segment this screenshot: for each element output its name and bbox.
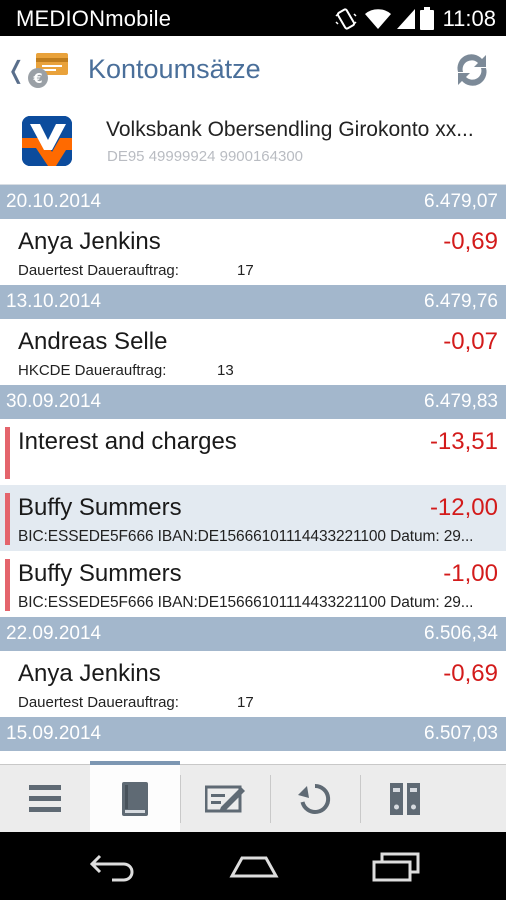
refresh-icon — [298, 783, 331, 814]
app-screen: ❬ € Kontoumsätze Volksbank Obersendling … — [0, 36, 506, 832]
transaction-detail-text: HKCDE Dauerauftrag: — [18, 362, 167, 379]
transaction-row-partial[interactable] — [0, 751, 506, 761]
binders-icon — [390, 783, 420, 815]
transaction-row[interactable]: Anya Jenkins -0,69 Dauertest Dauerauftra… — [0, 651, 506, 717]
bottom-tab-bar — [0, 761, 506, 832]
vibrate-icon — [334, 7, 358, 36]
svg-text:€: € — [32, 72, 42, 87]
transaction-detail-number: 13 — [217, 362, 234, 379]
account-name: Volksbank Obersendling Girokonto xx... — [106, 118, 474, 141]
balance-label: 6.506,34 — [424, 623, 498, 644]
transaction-detail-text: Dauertest Dauerauftrag: — [18, 694, 179, 711]
transaction-row-selected[interactable]: Buffy Summers -12,00 BIC:ESSEDE5F666 IBA… — [0, 485, 506, 551]
transaction-amount: -1,00 — [443, 560, 498, 587]
action-bar: ❬ € Kontoumsätze — [0, 36, 506, 106]
carrier-name: MEDIONmobile — [16, 6, 172, 31]
signal-icon — [396, 7, 416, 36]
date-header: 20.10.2014 6.479,07 — [0, 185, 506, 219]
balance-label: 6.479,07 — [424, 191, 498, 212]
recent-apps-icon[interactable] — [372, 850, 420, 887]
battery-icon — [420, 7, 434, 36]
transaction-party: Andreas Selle — [18, 328, 168, 355]
account-book-icon — [122, 782, 148, 816]
home-icon[interactable] — [228, 850, 280, 887]
transaction-amount: -12,00 — [429, 494, 498, 521]
date-header: 15.09.2014 6.507,03 — [0, 717, 506, 751]
transaction-party: Buffy Summers — [18, 560, 182, 587]
transaction-detail: BIC:ESSEDE5F666 IBAN:DE15666101114433221… — [18, 594, 474, 611]
tab-refresh[interactable] — [270, 765, 360, 832]
transaction-amount: -0,69 — [443, 660, 498, 687]
unread-marker — [5, 493, 10, 545]
unread-marker — [5, 559, 10, 611]
transaction-amount: -0,07 — [443, 328, 498, 355]
transaction-list[interactable]: 20.10.2014 6.479,07 Anya Jenkins -0,69 D… — [0, 184, 506, 764]
transaction-amount: -13,51 — [429, 428, 498, 455]
date-label: 22.09.2014 — [6, 623, 102, 644]
transaction-party: Buffy Summers — [18, 494, 182, 521]
transaction-detail: BIC:ESSEDE5F666 IBAN:DE15666101114433221… — [18, 528, 474, 545]
tab-account-book[interactable] — [90, 761, 180, 832]
transaction-detail-number: 17 — [237, 262, 254, 279]
transaction-detail-text: Dauertest Dauerauftrag: — [18, 262, 179, 279]
transaction-amount: -0,69 — [443, 228, 498, 255]
transaction-detail-number: 17 — [237, 694, 254, 711]
transaction-detail: Dauertest Dauerauftrag: 17 — [18, 262, 254, 279]
date-header: 22.09.2014 6.506,34 — [0, 617, 506, 651]
transaction-detail: Dauertest Dauerauftrag: 17 — [18, 694, 254, 711]
tab-menu[interactable] — [0, 765, 90, 832]
balance-label: 6.479,76 — [424, 291, 498, 312]
transfer-form-icon — [205, 785, 245, 813]
date-header: 13.10.2014 6.479,76 — [0, 285, 506, 319]
tab-transfer[interactable] — [180, 765, 270, 832]
transaction-row[interactable]: Anya Jenkins -0,69 Dauertest Dauerauftra… — [0, 219, 506, 285]
card-euro-icon[interactable]: € — [24, 50, 72, 90]
account-header[interactable]: Volksbank Obersendling Girokonto xx... D… — [0, 106, 506, 184]
transaction-party: Anya Jenkins — [18, 228, 161, 255]
account-iban: DE95 49999924 9900164300 — [107, 148, 304, 165]
menu-icon — [29, 785, 61, 812]
balance-label: 6.479,83 — [424, 391, 498, 412]
transaction-detail: HKCDE Dauerauftrag: 13 — [18, 362, 234, 379]
volksbank-logo — [22, 116, 72, 166]
status-bar: MEDIONmobile 11:08 — [0, 0, 506, 36]
date-label: 13.10.2014 — [6, 291, 102, 312]
date-label: 15.09.2014 — [6, 723, 102, 744]
transaction-party: Anya Jenkins — [18, 660, 161, 687]
system-nav-bar — [0, 832, 506, 900]
date-label: 30.09.2014 — [6, 391, 102, 412]
back-icon[interactable] — [88, 850, 136, 887]
unread-marker — [5, 427, 10, 479]
clock: 11:08 — [442, 6, 496, 31]
page-title: Kontoumsätze — [88, 54, 261, 84]
date-header: 30.09.2014 6.479,83 — [0, 385, 506, 419]
wifi-icon — [364, 7, 392, 36]
sync-icon[interactable] — [452, 50, 492, 90]
transaction-row[interactable]: Interest and charges -13,51 — [0, 419, 506, 485]
transaction-row[interactable]: Buffy Summers -1,00 BIC:ESSEDE5F666 IBAN… — [0, 551, 506, 617]
transaction-row[interactable]: Andreas Selle -0,07 HKCDE Dauerauftrag: … — [0, 319, 506, 385]
date-label: 20.10.2014 — [6, 191, 102, 212]
balance-label: 6.507,03 — [424, 723, 498, 744]
transaction-party: Interest and charges — [18, 428, 237, 455]
tab-binders[interactable] — [360, 765, 450, 832]
